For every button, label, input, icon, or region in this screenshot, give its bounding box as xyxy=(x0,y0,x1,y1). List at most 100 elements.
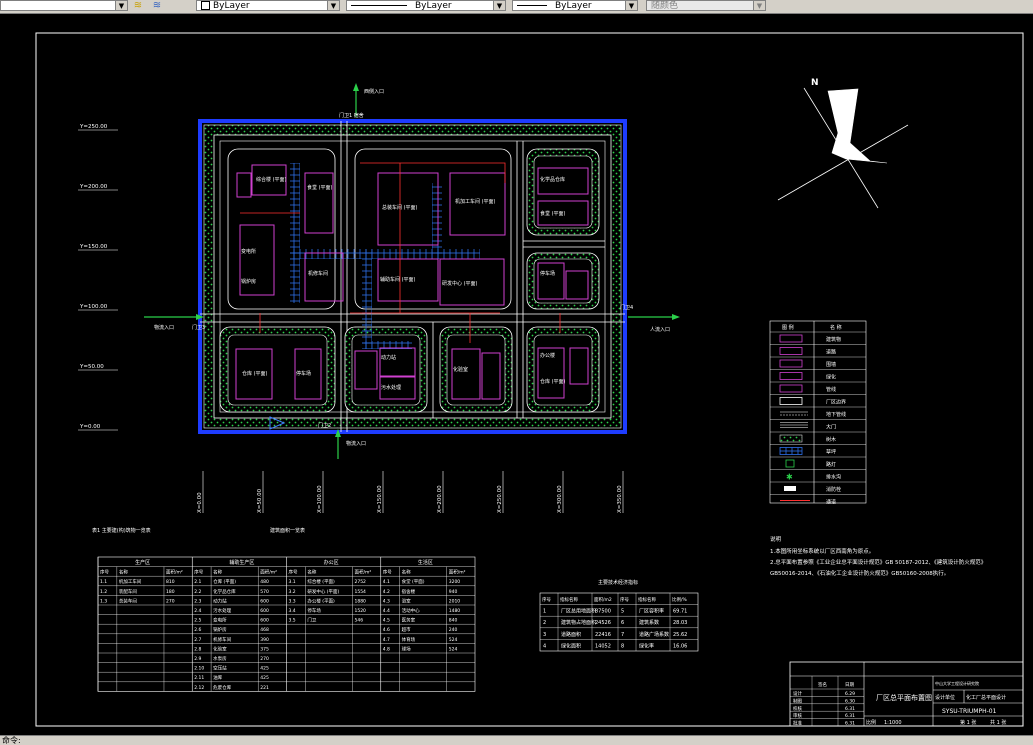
table-cell: 8 xyxy=(621,643,624,649)
tree-icon: ✱ xyxy=(786,473,793,482)
table-cell: 2010 xyxy=(449,598,461,604)
table-col-header: 名称 xyxy=(119,569,128,576)
legend-label: 绿化 xyxy=(826,374,836,381)
command-line[interactable]: 命令: xyxy=(0,735,1033,745)
building-label: 化验室 xyxy=(453,366,468,373)
dropdown-arrow-icon[interactable]: ▼ xyxy=(327,1,339,10)
layer-combo-tail[interactable]: ▼ xyxy=(0,0,128,11)
layer-previous-icon[interactable]: ≋ xyxy=(150,0,164,12)
dropdown-arrow-icon[interactable]: ▼ xyxy=(115,1,127,10)
sign-date: 6.31 xyxy=(845,721,855,727)
table-cell: 3.4 xyxy=(289,608,296,614)
properties-toolbar: ▼ ≋ ≋ ByLayer ▼ ByLayer ▼ ByLayer ▼ 随颜色 … xyxy=(0,0,1033,14)
x-axis-label: X=300.00 xyxy=(557,485,563,513)
table-col-header: 指标名称 xyxy=(560,596,578,603)
table-cell: 食堂 (平面) xyxy=(402,578,425,585)
legend-swatch xyxy=(779,447,803,455)
legend-header: 名 称 xyxy=(830,324,842,331)
table-cell: 425 xyxy=(260,666,269,672)
table-cell: 2.11 xyxy=(194,675,204,681)
linetype-control-value: ByLayer xyxy=(415,1,452,11)
dropdown-arrow-icon[interactable]: ▼ xyxy=(493,1,505,10)
lineweight-control[interactable]: ByLayer ▼ xyxy=(512,0,638,11)
building-label: 研发中心 (平面) xyxy=(442,280,478,287)
sheet-number: 第 1 张 xyxy=(960,719,976,726)
table-col-header: 序号 xyxy=(542,596,551,603)
y-axis-label: Y=50.00 xyxy=(79,364,104,370)
y-axis-label: Y=100.00 xyxy=(79,304,108,310)
building-label: 锅炉房 xyxy=(241,278,256,285)
table-cell: 22416 xyxy=(595,632,611,638)
table-subtitle: 建筑面积一览表 xyxy=(270,527,305,534)
table-cell: 2 xyxy=(543,620,546,626)
dropdown-arrow-icon[interactable]: ▼ xyxy=(753,1,765,10)
table-col-header: 名称 xyxy=(307,569,316,576)
legend-swatch xyxy=(784,486,796,491)
legend-swatch xyxy=(779,372,803,380)
x-axis-label: X=100.00 xyxy=(317,485,323,513)
building-label: 仓库 (平面) xyxy=(242,370,268,377)
dropdown-arrow-icon[interactable]: ▼ xyxy=(625,1,637,10)
table-cell: 4.4 xyxy=(383,608,390,614)
legend-swatch xyxy=(779,384,803,393)
lineweight-control-value: ByLayer xyxy=(555,1,592,11)
table-cell: 道路面积 xyxy=(561,631,581,638)
table-group-header: 生产区 xyxy=(135,559,150,566)
command-prompt: 命令: xyxy=(2,736,21,745)
building-label: 机修车间 xyxy=(308,270,328,277)
table-cell: 425 xyxy=(260,675,269,681)
table-cell: 69.71 xyxy=(673,609,687,615)
plotstyle-control[interactable]: 随颜色 ▼ xyxy=(646,0,766,11)
table-cell: 仓库 (平面) xyxy=(213,578,236,585)
table-cell: 4.2 xyxy=(383,589,390,595)
color-control[interactable]: ByLayer ▼ xyxy=(196,0,340,11)
x-axis-label: X=250.00 xyxy=(497,485,503,513)
table-cell: 2.8 xyxy=(194,646,201,652)
sign-role: 设计 xyxy=(793,690,802,697)
building-label: 机加工车间 (平面) xyxy=(455,198,496,205)
sign-date: 6.31 xyxy=(845,706,855,712)
table-cell: 5 xyxy=(621,609,624,615)
table-cell: 2.5 xyxy=(194,618,201,624)
gate-east: 人流入口 门卫4 xyxy=(620,304,680,333)
legend-swatch xyxy=(779,434,803,443)
table-cell: 道路广场系数 xyxy=(639,631,669,638)
table-cell: 油库 xyxy=(213,674,222,681)
drawing-number: SYSU-TRIUMPH-01 xyxy=(942,708,997,715)
table-cell: 污水处理 xyxy=(213,607,231,614)
table-cell: 87500 xyxy=(595,609,611,615)
table-cell: 600 xyxy=(260,608,269,614)
indicator-table: 主要技术经济指标 序号 1 2 3 4 指标名称厂区总用地面积建筑物占地面积道路面积绿化面… xyxy=(539,579,699,652)
table-cell: 14052 xyxy=(595,643,611,649)
table-title: 表1 主要建(构)筑物一览表 xyxy=(92,527,151,534)
notes: 说明 1.本图所用坐标系统以厂区西南角为原点。 2.总平面布置参照《工业企业总平… xyxy=(770,535,986,577)
legend-swatch xyxy=(779,359,803,368)
legend-label: 树木 xyxy=(826,436,836,443)
table-cell: 468 xyxy=(260,627,269,633)
pipe-rack-h xyxy=(290,249,480,259)
legend: 图 例 名 称 建筑物道路围墙绿化管线厂区边界地下管线大门树木草坪路灯 ✱ 排水沟消… xyxy=(769,320,867,506)
table-cell: 综合楼 (平面) xyxy=(307,578,335,585)
table-col-header: 序号 xyxy=(289,569,298,576)
table-cell: 270 xyxy=(260,656,269,662)
legend-label: 道路 xyxy=(826,349,836,356)
y-axis-labels: Y=250.00 Y=200.00 Y=150.00 Y=100.00 Y=50.00 Y… xyxy=(78,124,118,431)
table-col-header: 面积/m² xyxy=(449,569,466,576)
table-col-header: 序号 xyxy=(100,569,109,576)
table-cell: 1.2 xyxy=(100,589,107,595)
table-col-header: 比例/% xyxy=(672,596,688,603)
table-cell: 锅炉房 xyxy=(213,626,227,633)
legend-swatch xyxy=(779,397,803,405)
table-cell: 810 xyxy=(166,579,175,585)
gate-label: 物流入口 xyxy=(154,324,174,331)
table-cell: 3.2 xyxy=(289,589,296,595)
table-cell: 浴室 xyxy=(402,597,411,604)
table-cell: 1480 xyxy=(449,608,461,614)
linetype-control[interactable]: ByLayer ▼ xyxy=(346,0,506,11)
pipe-rack-v3 xyxy=(432,183,442,259)
drawing-name: 厂区总平面布置图 xyxy=(876,693,932,702)
x-axis-label: X=50.00 xyxy=(257,488,263,513)
layer-stack-icon[interactable]: ≋ xyxy=(131,0,145,12)
table-cell: 厂区容积率 xyxy=(639,608,664,615)
drawing-canvas[interactable]: 综合楼 (平面) 食堂 (平面) 变电所 锅炉房 机修车间 总装车间 (平面) … xyxy=(0,13,1033,745)
